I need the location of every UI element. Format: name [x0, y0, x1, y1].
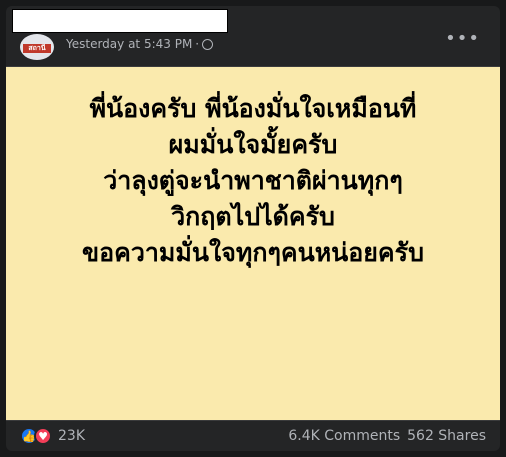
reactions-summary[interactable]: 👍 ♥ 23K: [20, 427, 85, 445]
avatar[interactable]: สถานี: [20, 34, 54, 60]
comments-count-link[interactable]: 6.4K Comments: [288, 428, 400, 444]
post-text-line: ว่าลุงตู่จะนำพาชาติผ่านทุกๆ: [103, 166, 403, 195]
meta-separator: ·: [195, 37, 200, 51]
more-options-button[interactable]: •••: [445, 30, 480, 48]
reaction-count: 23K: [58, 428, 85, 444]
author-name-redacted: [12, 9, 228, 33]
post-text-line: ขอความมั่นใจทุกๆคนหน่อยครับ: [82, 238, 424, 267]
post-text-line: วิกฤตไปได้ครับ: [171, 202, 335, 231]
globe-icon: [202, 38, 214, 50]
avatar-logo: สถานี: [23, 44, 51, 53]
love-icon: ♥: [34, 427, 52, 445]
post-timestamp[interactable]: Yesterday at 5:43 PM: [66, 37, 192, 51]
post-text: พี่น้องครับ พี่น้องมั่นใจเหมือนที่ ผมมั่…: [6, 91, 500, 271]
post-meta: Yesterday at 5:43 PM ·: [66, 37, 214, 51]
post-footer: 👍 ♥ 23K 6.4K Comments 562 Shares: [6, 421, 500, 451]
post-card: สถานี Yesterday at 5:43 PM · ••• พี่น้อง…: [6, 6, 500, 451]
post-text-line: ผมมั่นใจมั้ยครับ: [168, 130, 338, 159]
post-text-line: พี่น้องครับ พี่น้องมั่นใจเหมือนที่: [89, 94, 417, 123]
shares-count-link[interactable]: 562 Shares: [407, 428, 486, 444]
post-stats: 6.4K Comments 562 Shares: [288, 428, 486, 444]
